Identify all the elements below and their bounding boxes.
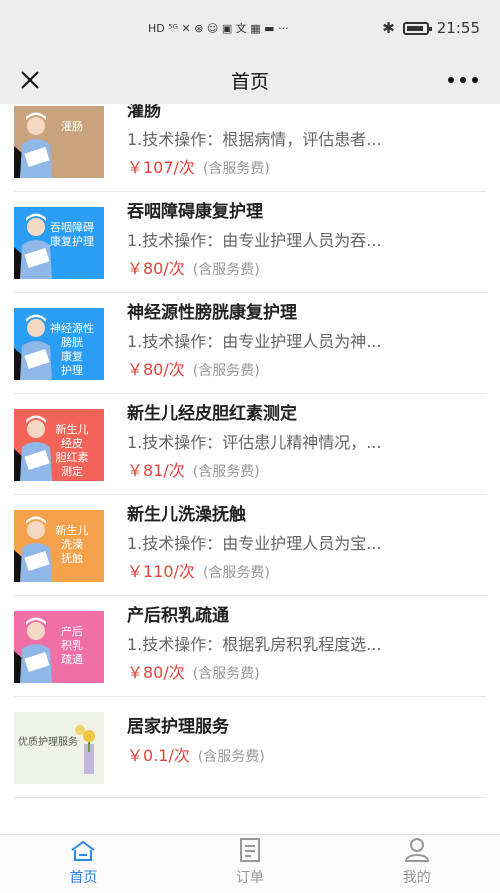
service-description: 1.技术操作：由专业护理人员为吞... xyxy=(127,231,382,250)
service-thumbnail: 产后 积乳 疏通 xyxy=(14,611,104,683)
price-value: ￥81/次 xyxy=(127,461,185,480)
bluetooth-icon: ✱ xyxy=(382,19,395,37)
price-note: (含服务费) xyxy=(192,363,260,379)
service-price: ￥81/次 (含服务费) xyxy=(127,457,260,481)
price-value: ￥80/次 xyxy=(127,663,185,682)
thumbnail-label: 优质护理服务 xyxy=(18,737,78,748)
service-title: 神经源性膀胱康复护理 xyxy=(127,303,297,323)
user-icon xyxy=(404,838,429,862)
price-value: ￥80/次 xyxy=(127,360,185,379)
status-icons: HD ⁵ᴳ ✕ ⊛ ☺ ▣ 文 ▦ ▬ ··· xyxy=(148,20,289,36)
nav-bar: 首页 xyxy=(0,56,500,104)
tab-home[interactable]: 首页 xyxy=(0,835,167,893)
price-value: ￥107/次 xyxy=(127,158,195,177)
close-button[interactable] xyxy=(14,64,46,96)
price-value: ￥80/次 xyxy=(127,259,185,278)
tab-orders[interactable]: 订单 xyxy=(167,835,334,893)
service-item[interactable]: 产后 积乳 疏通 产后积乳疏通 1.技术操作：根据乳房积乳程度选... ￥80/… xyxy=(14,597,486,697)
service-price: ￥107/次 (含服务费) xyxy=(127,154,270,178)
service-title: 吞咽障碍康复护理 xyxy=(127,202,263,222)
price-note: (含服务费) xyxy=(197,749,265,765)
price-value: ￥0.1/次 xyxy=(127,746,190,765)
tab-home-label: 首页 xyxy=(69,870,98,886)
thumbnail-label: 新生儿 洗澡 抚触 xyxy=(55,524,89,565)
thumbnail-label: 灌肠 xyxy=(61,120,83,133)
service-description: 1.技术操作：根据病情，评估患者... xyxy=(127,130,382,149)
tab-profile-label: 我的 xyxy=(402,870,431,886)
price-note: (含服务费) xyxy=(202,565,270,581)
more-dot-icon xyxy=(472,77,478,83)
service-title: 新生儿经皮胆红素测定 xyxy=(127,404,297,424)
price-note: (含服务费) xyxy=(192,464,260,480)
price-value: ￥110/次 xyxy=(127,562,195,581)
service-description: 1.技术操作：由专业护理人员为宝... xyxy=(127,534,382,553)
service-price: ￥0.1/次 (含服务费) xyxy=(127,742,265,766)
status-bar: HD ⁵ᴳ ✕ ⊛ ☺ ▣ 文 ▦ ▬ ··· ✱ 21:55 xyxy=(0,0,500,56)
service-item[interactable]: 新生儿 洗澡 抚触 新生儿洗澡抚触 1.技术操作：由专业护理人员为宝... ￥1… xyxy=(14,496,486,596)
service-item[interactable]: 吞咽障碍 康复护理 吞咽障碍康复护理 1.技术操作：由专业护理人员为吞... ￥… xyxy=(14,193,486,293)
thumbnail-label: 神经源性 膀胱 康复 护理 xyxy=(50,322,94,377)
more-button[interactable] xyxy=(448,70,478,90)
service-price: ￥80/次 (含服务费) xyxy=(127,255,260,279)
service-price: ￥80/次 (含服务费) xyxy=(127,356,260,380)
service-item[interactable]: 灌肠 灌肠 1.技术操作：根据病情，评估患者... ￥107/次 (含服务费) xyxy=(14,104,486,192)
close-icon xyxy=(21,71,39,89)
service-description: 1.技术操作：根据乳房积乳程度选... xyxy=(127,635,382,654)
service-title: 新生儿洗澡抚触 xyxy=(127,505,246,525)
battery-icon xyxy=(402,21,432,35)
price-note: (含服务费) xyxy=(202,161,270,177)
service-item[interactable]: 优质护理服务 居家护理服务 ￥0.1/次 (含服务费) xyxy=(14,698,486,798)
nurse-illustration xyxy=(14,106,104,178)
service-title: 居家护理服务 xyxy=(127,717,229,737)
service-description: 1.技术操作：由专业护理人员为神... xyxy=(127,332,382,351)
status-right: ✱ 21:55 xyxy=(382,19,480,37)
service-price: ￥80/次 (含服务费) xyxy=(127,659,260,683)
service-thumbnail: 优质护理服务 xyxy=(14,712,104,784)
service-description: 1.技术操作：评估患儿精神情况，... xyxy=(127,433,382,452)
home-icon xyxy=(71,840,95,861)
service-price: ￥110/次 (含服务费) xyxy=(127,558,270,582)
service-title: 产后积乳疏通 xyxy=(127,606,229,626)
more-dot-icon xyxy=(460,77,466,83)
thumbnail-label: 新生儿 经皮 胆红素 测定 xyxy=(55,423,89,478)
tab-bar: 首页 订单 我的 xyxy=(0,834,500,893)
document-icon xyxy=(240,838,260,862)
thumbnail-label: 吞咽障碍 康复护理 xyxy=(50,221,94,248)
service-thumbnail: 神经源性 膀胱 康复 护理 xyxy=(14,308,104,380)
service-item[interactable]: 新生儿 经皮 胆红素 测定 新生儿经皮胆红素测定 1.技术操作：评估患儿精神情况… xyxy=(14,395,486,495)
price-note: (含服务费) xyxy=(192,262,260,278)
more-dot-icon xyxy=(448,77,454,83)
price-note: (含服务费) xyxy=(192,666,260,682)
thumbnail-label: 产后 积乳 疏通 xyxy=(61,625,83,666)
page-title: 首页 xyxy=(230,70,269,93)
service-thumbnail: 新生儿 洗澡 抚触 xyxy=(14,510,104,582)
status-time: 21:55 xyxy=(436,19,480,37)
service-item[interactable]: 神经源性 膀胱 康复 护理 神经源性膀胱康复护理 1.技术操作：由专业护理人员为… xyxy=(14,294,486,394)
service-thumbnail: 灌肠 xyxy=(14,106,104,178)
service-thumbnail: 新生儿 经皮 胆红素 测定 xyxy=(14,409,104,481)
service-list: 灌肠 灌肠 1.技术操作：根据病情，评估患者... ￥107/次 (含服务费) 吞… xyxy=(0,104,500,834)
tab-profile[interactable]: 我的 xyxy=(333,835,500,893)
status-icons-text: HD ⁵ᴳ ✕ ⊛ ☺ ▣ 文 ▦ ▬ ··· xyxy=(148,22,289,35)
tab-orders-label: 订单 xyxy=(236,870,264,886)
service-thumbnail: 吞咽障碍 康复护理 xyxy=(14,207,104,279)
service-title: 灌肠 xyxy=(127,104,161,121)
